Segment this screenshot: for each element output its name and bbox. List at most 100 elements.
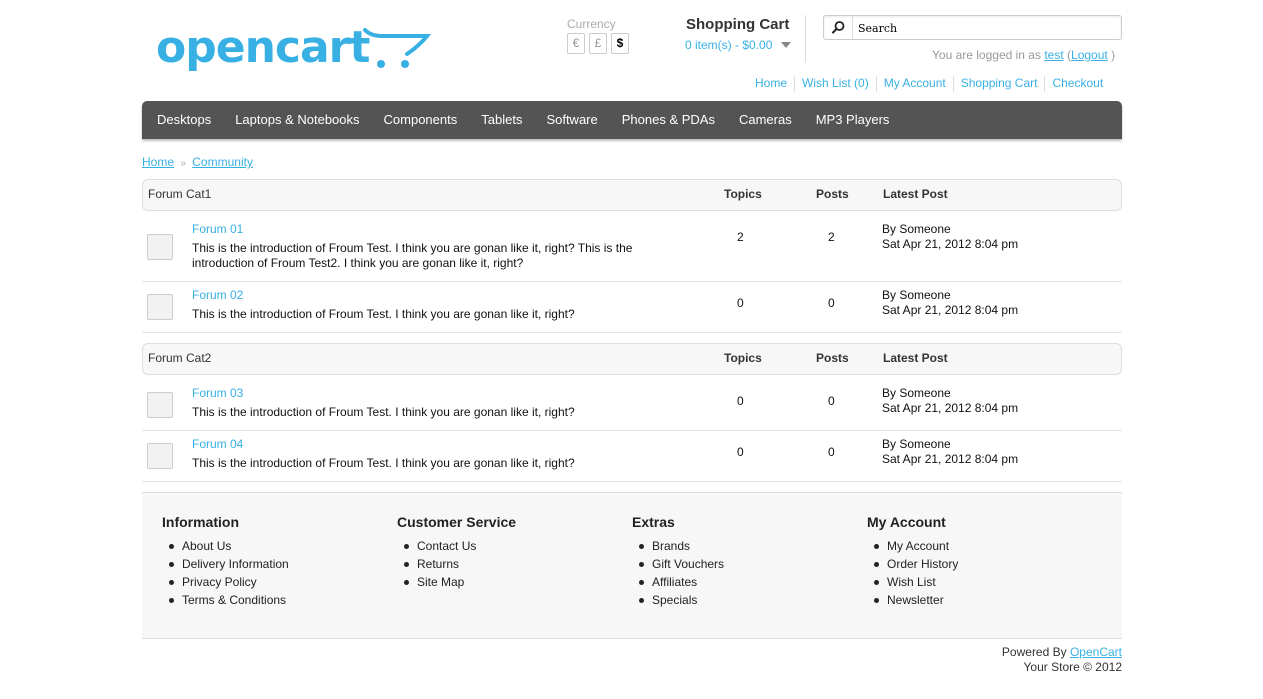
latest-post-author: By Someone <box>882 437 951 451</box>
column-topics: Topics <box>724 187 762 201</box>
footer-link-wishlist[interactable]: Wish List <box>887 575 936 589</box>
column-latest-post: Latest Post <box>883 187 948 201</box>
footer-link-returns[interactable]: Returns <box>417 557 459 571</box>
latest-post-date: Sat Apr 21, 2012 8:04 pm <box>882 452 1019 466</box>
footer-link-delivery[interactable]: Delivery Information <box>182 557 289 571</box>
footer-link-my-account[interactable]: My Account <box>887 539 949 553</box>
opencart-link[interactable]: OpenCart <box>1070 645 1122 659</box>
footer-link-brands[interactable]: Brands <box>652 539 690 553</box>
footer-link-affiliates[interactable]: Affiliates <box>652 575 697 589</box>
powered-prefix: Powered By <box>1001 645 1067 659</box>
menu-item-software[interactable]: Software <box>534 101 609 139</box>
forum-title-link[interactable]: Forum 03 <box>192 386 243 400</box>
footer-heading: Extras <box>632 514 675 530</box>
latest-post-author: By Someone <box>882 288 951 302</box>
footer-column-my-account: My Account My Account Order History Wish… <box>867 514 958 609</box>
breadcrumb-home[interactable]: Home <box>142 155 174 169</box>
search-button[interactable] <box>824 16 853 39</box>
latest-post-author: By Someone <box>882 222 951 236</box>
footer-link-privacy[interactable]: Privacy Policy <box>182 575 257 589</box>
currency-dollar-button[interactable]: $ <box>611 33 629 54</box>
store-logo[interactable]: opencart <box>156 22 431 78</box>
menu-item-laptops[interactable]: Laptops & Notebooks <box>223 101 371 139</box>
account-user-link[interactable]: test <box>1044 48 1063 62</box>
header-divider <box>805 15 806 62</box>
menu-item-desktops[interactable]: Desktops <box>145 101 223 139</box>
column-latest-post: Latest Post <box>883 351 948 365</box>
forum-title-link[interactable]: Forum 01 <box>192 222 243 236</box>
footer-link-terms[interactable]: Terms & Conditions <box>182 593 286 607</box>
forum-topics-count: 0 <box>737 445 744 459</box>
forum-latest-post: By Someone Sat Apr 21, 2012 8:04 pm <box>882 222 1018 252</box>
forum-row: Forum 03 This is the introduction of Fro… <box>142 375 1122 431</box>
top-links: Home Wish List (0) My Account Shopping C… <box>748 76 1112 92</box>
forum-row: Forum 02 This is the introduction of Fro… <box>142 282 1122 333</box>
menu-item-mp3[interactable]: MP3 Players <box>804 101 902 139</box>
footer-heading: Customer Service <box>397 514 517 530</box>
breadcrumb-separator: » <box>180 158 186 169</box>
cart-icon <box>363 28 431 68</box>
search-input[interactable] <box>858 20 1116 36</box>
forum-description: This is the introduction of Froum Test. … <box>192 456 575 470</box>
forum-category-header: Forum Cat2 Topics Posts Latest Post <box>142 343 1122 375</box>
copyright: Your Store © 2012 <box>1023 660 1122 674</box>
menu-item-cameras[interactable]: Cameras <box>727 101 804 139</box>
paren-close: ) <box>1111 48 1116 62</box>
toplink-home[interactable]: Home <box>748 76 794 92</box>
chevron-down-icon[interactable] <box>781 42 791 48</box>
forum-topics-count: 2 <box>737 230 744 244</box>
footer-heading: My Account <box>867 514 946 530</box>
forum-description: This is the introduction of Froum Test. … <box>192 307 575 321</box>
footer-column-customer-service: Customer Service Contact Us Returns Site… <box>397 514 516 591</box>
currency-euro-button[interactable]: € <box>567 33 585 54</box>
forum-posts-count: 0 <box>828 296 835 310</box>
footer-link-about[interactable]: About Us <box>182 539 231 553</box>
latest-post-author: By Someone <box>882 386 951 400</box>
cart-title: Shopping Cart <box>686 16 790 33</box>
forum-row: Forum 04 This is the introduction of Fro… <box>142 431 1122 482</box>
forum-icon <box>147 392 173 418</box>
currency-pound-button[interactable]: £ <box>589 33 607 54</box>
welcome-message: You are logged in as test (Logout ) <box>932 48 1115 62</box>
forum-row: Forum 01 This is the introduction of Fro… <box>142 211 1122 282</box>
forum-latest-post: By Someone Sat Apr 21, 2012 8:04 pm <box>882 437 1018 467</box>
forum-topics-count: 0 <box>737 296 744 310</box>
toplink-wishlist[interactable]: Wish List (0) <box>794 76 876 92</box>
footer-link-newsletter[interactable]: Newsletter <box>887 593 944 607</box>
menu-item-phones[interactable]: Phones & PDAs <box>610 101 727 139</box>
breadcrumb: Home » Community <box>142 155 253 169</box>
toplink-account[interactable]: My Account <box>875 76 953 92</box>
forum-category-header: Forum Cat1 Topics Posts Latest Post <box>142 179 1122 211</box>
column-topics: Topics <box>724 351 762 365</box>
forum-description: This is the introduction of Froum Test. … <box>192 241 633 270</box>
logout-link[interactable]: Logout <box>1071 48 1108 62</box>
footer-link-contact[interactable]: Contact Us <box>417 539 476 553</box>
latest-post-date: Sat Apr 21, 2012 8:04 pm <box>882 401 1019 415</box>
powered-by: Powered By OpenCart Your Store © 2012 <box>1002 645 1122 675</box>
footer-link-specials[interactable]: Specials <box>652 593 697 607</box>
footer: Information About Us Delivery Informatio… <box>142 492 1122 639</box>
category-name: Forum Cat2 <box>148 351 212 365</box>
forum-posts-count: 2 <box>828 230 835 244</box>
footer-column-information: Information About Us Delivery Informatio… <box>162 514 289 609</box>
forum-latest-post: By Someone Sat Apr 21, 2012 8:04 pm <box>882 288 1018 318</box>
breadcrumb-community[interactable]: Community <box>192 155 253 169</box>
category-name: Forum Cat1 <box>148 187 212 201</box>
toplink-cart[interactable]: Shopping Cart <box>952 76 1045 92</box>
footer-link-vouchers[interactable]: Gift Vouchers <box>652 557 724 571</box>
cart-summary[interactable]: 0 item(s) - $0.00 <box>685 38 772 52</box>
forum-latest-post: By Someone Sat Apr 21, 2012 8:04 pm <box>882 386 1018 416</box>
forum-title-link[interactable]: Forum 02 <box>192 288 243 302</box>
toplink-checkout[interactable]: Checkout <box>1044 76 1112 92</box>
forum-topics-count: 0 <box>737 394 744 408</box>
logo-text: opencart <box>156 22 370 73</box>
menu-item-components[interactable]: Components <box>372 101 470 139</box>
search-box <box>823 15 1122 40</box>
menu-item-tablets[interactable]: Tablets <box>469 101 534 139</box>
forum-title-link[interactable]: Forum 04 <box>192 437 243 451</box>
forum-icon <box>147 234 173 260</box>
latest-post-date: Sat Apr 21, 2012 8:04 pm <box>882 303 1019 317</box>
footer-link-order-history[interactable]: Order History <box>887 557 958 571</box>
forum-description: This is the introduction of Froum Test. … <box>192 405 575 419</box>
footer-link-sitemap[interactable]: Site Map <box>417 575 464 589</box>
